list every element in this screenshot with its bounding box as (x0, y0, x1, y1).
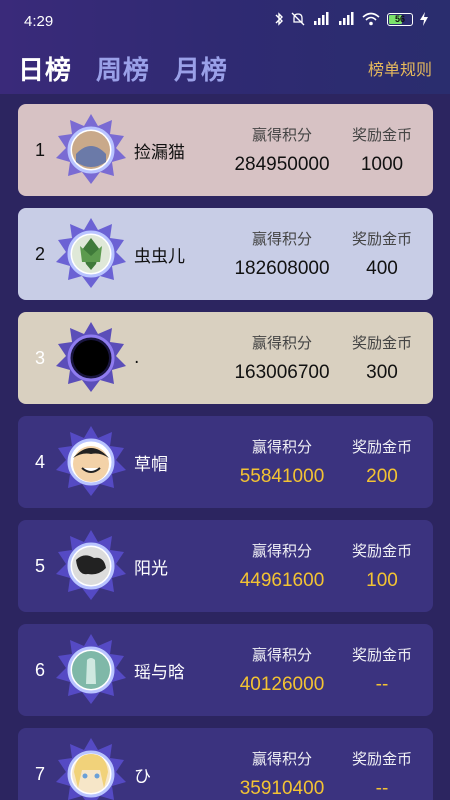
reward-label: 奖励金币 (351, 334, 413, 352)
list-item[interactable]: 5 阳光 赢得积分 奖励金币 44961600 100 (18, 520, 433, 612)
battery-icon: 56 (387, 12, 413, 26)
reward-value: 300 (366, 362, 398, 383)
signal-hd-icon-2 (339, 12, 354, 25)
reward-value: -- (375, 778, 389, 799)
list-item[interactable]: 6 瑶与晗 赢得积分 奖励金币 40126000 -- (18, 624, 433, 716)
score-label: 赢得积分 (251, 126, 313, 144)
avatar (56, 530, 126, 600)
bluetooth-icon (275, 12, 283, 26)
reward-label: 奖励金币 (351, 646, 413, 664)
score-value: 44961600 (239, 570, 325, 591)
status-bar: 4:29 56 (0, 0, 450, 44)
player-name: 草帽 (134, 454, 168, 475)
avatar (56, 738, 126, 800)
avatar (56, 634, 126, 704)
player-name: 瑶与晗 (134, 662, 185, 683)
score-label: 赢得积分 (251, 230, 313, 248)
reward-label: 奖励金币 (351, 438, 413, 456)
player-name: 虫虫儿 (134, 246, 185, 267)
reward-label: 奖励金币 (351, 126, 413, 144)
reward-value: -- (375, 674, 389, 695)
list-item[interactable]: 4 草帽 赢得积分 奖励金币 55841000 200 (18, 416, 433, 508)
reward-value: 100 (366, 570, 398, 591)
rank-number: 7 (34, 763, 45, 784)
score-label: 赢得积分 (251, 542, 313, 560)
score-value: 284950000 (234, 154, 330, 175)
avatar (56, 114, 126, 184)
score-label: 赢得积分 (251, 438, 313, 456)
signal-hd-icon (314, 12, 329, 25)
list-item[interactable]: 7 ひ 赢得积分 奖励金币 35910400 -- (18, 728, 433, 800)
score-value: 40126000 (239, 674, 325, 695)
player-name: 捡漏猫 (134, 142, 185, 163)
player-name: 阳光 (134, 558, 168, 579)
score-label: 赢得积分 (251, 646, 313, 664)
rank-number: 3 (34, 347, 45, 368)
score-label: 赢得积分 (251, 334, 313, 352)
score-value: 35910400 (239, 778, 325, 799)
avatar (56, 218, 126, 288)
score-value: 182608000 (234, 258, 330, 279)
wifi-icon (362, 12, 380, 26)
charging-icon (420, 12, 428, 26)
score-label: 赢得积分 (251, 750, 313, 768)
rank-number: 6 (34, 659, 45, 680)
avatar (56, 426, 126, 496)
reward-label: 奖励金币 (351, 230, 413, 248)
reward-value: 1000 (360, 154, 404, 175)
tab-monthly[interactable]: 月榜 (174, 50, 228, 87)
rank-number: 4 (34, 451, 45, 472)
reward-label: 奖励金币 (351, 750, 413, 768)
tab-daily[interactable]: 日榜 (18, 50, 72, 87)
leaderboard-list: 1 捡漏猫 赢得积分 奖励金币 284950000 1000 2 虫虫儿 赢得积… (18, 104, 433, 800)
status-icons: 56 (274, 12, 428, 26)
rank-number: 5 (34, 555, 45, 576)
avatar (56, 322, 126, 392)
rank-number: 1 (34, 139, 45, 160)
score-value: 163006700 (234, 362, 330, 383)
status-time: 4:29 (24, 13, 54, 30)
list-item[interactable]: 1 捡漏猫 赢得积分 奖励金币 284950000 1000 (18, 104, 433, 196)
tab-weekly[interactable]: 周榜 (96, 50, 150, 87)
list-item[interactable]: 3 . 赢得积分 奖励金币 163006700 300 (18, 312, 433, 404)
player-name: . (134, 348, 140, 368)
mute-bell-icon (291, 12, 305, 26)
player-name: ひ (134, 766, 151, 787)
reward-value: 400 (366, 258, 398, 279)
rank-number: 2 (34, 243, 45, 264)
reward-label: 奖励金币 (351, 542, 413, 560)
score-value: 55841000 (239, 466, 325, 487)
list-item[interactable]: 2 虫虫儿 赢得积分 奖励金币 182608000 400 (18, 208, 433, 300)
reward-value: 200 (366, 466, 398, 487)
rules-link[interactable]: 榜单规则 (368, 56, 432, 80)
period-tabs: 日榜 周榜 月榜 (18, 50, 228, 87)
